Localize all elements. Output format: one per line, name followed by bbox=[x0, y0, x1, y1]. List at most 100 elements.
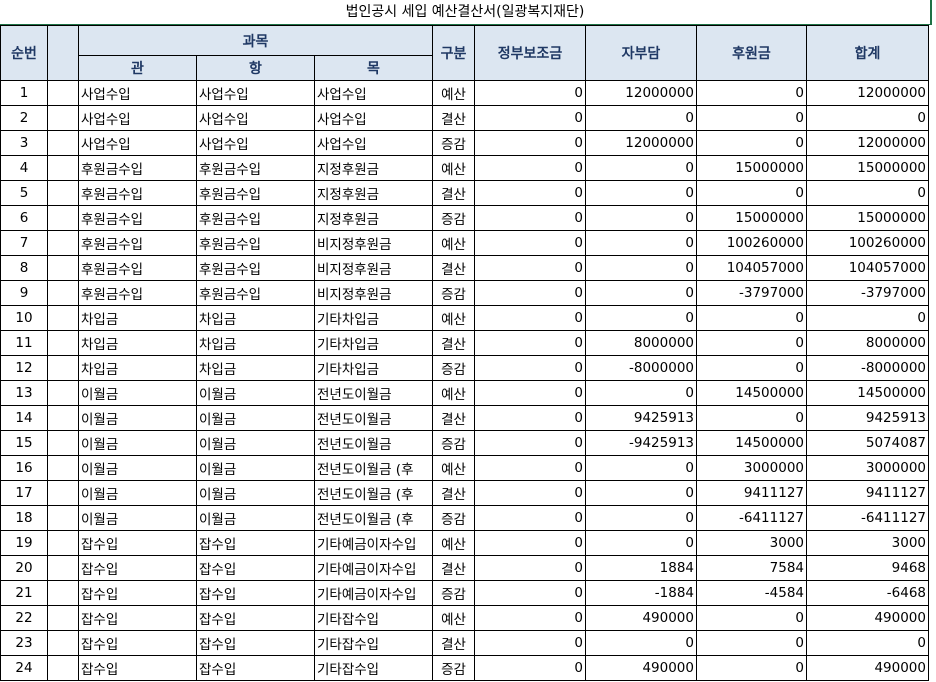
cell-self[interactable]: 490000 bbox=[585, 605, 697, 631]
cell-total[interactable]: 9425913 bbox=[806, 405, 929, 431]
cell-blank[interactable] bbox=[47, 180, 79, 206]
cell-type[interactable]: 예산 bbox=[432, 80, 475, 106]
cell-hang[interactable]: 사업수입 bbox=[196, 130, 315, 156]
cell-blank[interactable] bbox=[47, 255, 79, 281]
cell-total[interactable]: 104057000 bbox=[806, 255, 929, 281]
cell-hang[interactable]: 차입금 bbox=[196, 305, 315, 331]
cell-blank[interactable] bbox=[47, 155, 79, 181]
cell-gov[interactable]: 0 bbox=[474, 155, 586, 181]
cell-total[interactable]: 0 bbox=[806, 305, 929, 331]
cell-blank[interactable] bbox=[47, 280, 79, 306]
cell-gov[interactable]: 0 bbox=[474, 230, 586, 256]
cell-type[interactable]: 결산 bbox=[432, 180, 475, 206]
cell-blank[interactable] bbox=[47, 580, 79, 606]
cell-gwan[interactable]: 잡수입 bbox=[78, 630, 197, 656]
cell-gov[interactable]: 0 bbox=[474, 505, 586, 531]
header-seq[interactable]: 순번 bbox=[0, 25, 48, 81]
cell-donation[interactable]: 15000000 bbox=[696, 205, 807, 231]
cell-gwan[interactable]: 이월금 bbox=[78, 505, 197, 531]
cell-gov[interactable]: 0 bbox=[474, 430, 586, 456]
cell-donation[interactable]: -3797000 bbox=[696, 280, 807, 306]
cell-seq[interactable]: 12 bbox=[0, 355, 48, 381]
cell-type[interactable]: 증감 bbox=[432, 655, 475, 681]
cell-self[interactable]: 0 bbox=[585, 505, 697, 531]
cell-gwan[interactable]: 사업수입 bbox=[78, 80, 197, 106]
cell-gwan[interactable]: 이월금 bbox=[78, 430, 197, 456]
cell-type[interactable]: 결산 bbox=[432, 480, 475, 506]
cell-gwan[interactable]: 후원금수입 bbox=[78, 255, 197, 281]
cell-donation[interactable]: 0 bbox=[696, 405, 807, 431]
cell-mok[interactable]: 기타예금이자수입 bbox=[314, 580, 433, 606]
cell-blank[interactable] bbox=[47, 205, 79, 231]
cell-blank[interactable] bbox=[47, 80, 79, 106]
cell-seq[interactable]: 10 bbox=[0, 305, 48, 331]
cell-self[interactable]: 12000000 bbox=[585, 80, 697, 106]
cell-total[interactable]: 3000000 bbox=[806, 455, 929, 481]
cell-self[interactable]: 8000000 bbox=[585, 330, 697, 356]
cell-gov[interactable]: 0 bbox=[474, 255, 586, 281]
cell-mok[interactable]: 비지정후원금 bbox=[314, 255, 433, 281]
cell-donation[interactable]: 0 bbox=[696, 180, 807, 206]
cell-total[interactable]: 0 bbox=[806, 630, 929, 656]
cell-donation[interactable]: 0 bbox=[696, 605, 807, 631]
cell-gov[interactable]: 0 bbox=[474, 480, 586, 506]
cell-hang[interactable]: 후원금수입 bbox=[196, 180, 315, 206]
cell-seq[interactable]: 2 bbox=[0, 105, 48, 131]
cell-hang[interactable]: 이월금 bbox=[196, 430, 315, 456]
cell-total[interactable]: -3797000 bbox=[806, 280, 929, 306]
cell-gov[interactable]: 0 bbox=[474, 355, 586, 381]
cell-self[interactable]: -9425913 bbox=[585, 430, 697, 456]
cell-self[interactable]: 490000 bbox=[585, 655, 697, 681]
cell-seq[interactable]: 4 bbox=[0, 155, 48, 181]
cell-self[interactable]: 0 bbox=[585, 155, 697, 181]
cell-type[interactable]: 예산 bbox=[432, 455, 475, 481]
cell-type[interactable]: 증감 bbox=[432, 430, 475, 456]
cell-gov[interactable]: 0 bbox=[474, 180, 586, 206]
cell-gov[interactable]: 0 bbox=[474, 330, 586, 356]
cell-total[interactable]: 12000000 bbox=[806, 80, 929, 106]
cell-blank[interactable] bbox=[47, 530, 79, 556]
cell-donation[interactable]: 0 bbox=[696, 630, 807, 656]
cell-hang[interactable]: 이월금 bbox=[196, 455, 315, 481]
cell-self[interactable]: 0 bbox=[585, 255, 697, 281]
cell-self[interactable]: -8000000 bbox=[585, 355, 697, 381]
cell-seq[interactable]: 17 bbox=[0, 480, 48, 506]
cell-donation[interactable]: 0 bbox=[696, 655, 807, 681]
cell-donation[interactable]: 14500000 bbox=[696, 380, 807, 406]
cell-self[interactable]: -1884 bbox=[585, 580, 697, 606]
cell-mok[interactable]: 기타차입금 bbox=[314, 330, 433, 356]
cell-gov[interactable]: 0 bbox=[474, 605, 586, 631]
cell-type[interactable]: 증감 bbox=[432, 130, 475, 156]
cell-seq[interactable]: 5 bbox=[0, 180, 48, 206]
cell-gov[interactable]: 0 bbox=[474, 455, 586, 481]
cell-seq[interactable]: 16 bbox=[0, 455, 48, 481]
cell-self[interactable]: 0 bbox=[585, 230, 697, 256]
header-donation[interactable]: 후원금 bbox=[696, 25, 807, 81]
cell-total[interactable]: -6411127 bbox=[806, 505, 929, 531]
cell-mok[interactable]: 전년도이월금 bbox=[314, 430, 433, 456]
cell-mok[interactable]: 기타차입금 bbox=[314, 355, 433, 381]
cell-donation[interactable]: 0 bbox=[696, 330, 807, 356]
cell-blank[interactable] bbox=[47, 455, 79, 481]
cell-hang[interactable]: 잡수입 bbox=[196, 655, 315, 681]
cell-blank[interactable] bbox=[47, 105, 79, 131]
cell-type[interactable]: 증감 bbox=[432, 280, 475, 306]
cell-self[interactable]: 0 bbox=[585, 305, 697, 331]
cell-self[interactable]: 0 bbox=[585, 180, 697, 206]
cell-hang[interactable]: 후원금수입 bbox=[196, 155, 315, 181]
cell-hang[interactable]: 후원금수입 bbox=[196, 255, 315, 281]
cell-gov[interactable]: 0 bbox=[474, 105, 586, 131]
cell-mok[interactable]: 사업수입 bbox=[314, 105, 433, 131]
cell-mok[interactable]: 비지정후원금 bbox=[314, 280, 433, 306]
cell-hang[interactable]: 차입금 bbox=[196, 355, 315, 381]
cell-mok[interactable]: 기타차입금 bbox=[314, 305, 433, 331]
cell-self[interactable]: 0 bbox=[585, 105, 697, 131]
cell-gwan[interactable]: 잡수입 bbox=[78, 555, 197, 581]
cell-total[interactable]: 9411127 bbox=[806, 480, 929, 506]
cell-gwan[interactable]: 사업수입 bbox=[78, 105, 197, 131]
cell-hang[interactable]: 잡수입 bbox=[196, 530, 315, 556]
cell-total[interactable]: 3000 bbox=[806, 530, 929, 556]
cell-mok[interactable]: 기타예금이자수입 bbox=[314, 530, 433, 556]
cell-mok[interactable]: 지정후원금 bbox=[314, 155, 433, 181]
cell-blank[interactable] bbox=[47, 355, 79, 381]
